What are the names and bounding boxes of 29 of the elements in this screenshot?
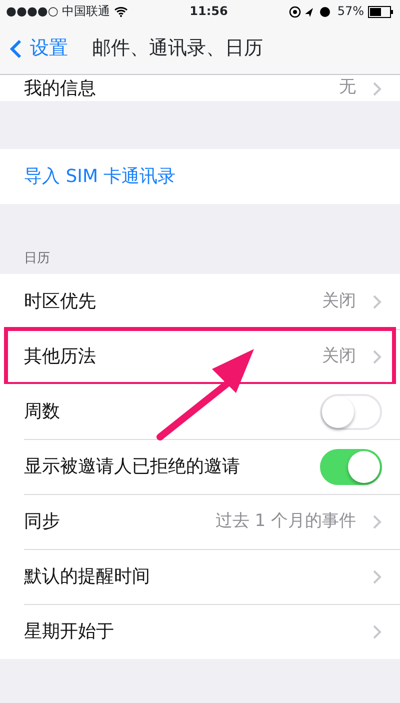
list-row[interactable]: 时区优先 关闭 bbox=[0, 274, 400, 329]
link-text[interactable]: 导入 SIM 卡通讯录 bbox=[24, 163, 176, 190]
section-header: 日历 bbox=[24, 250, 50, 268]
row-label: 显示被邀请人已拒绝的邀请 bbox=[24, 455, 240, 479]
back-button[interactable]: 设置 bbox=[10, 34, 68, 62]
list-row[interactable]: 周数 bbox=[0, 384, 400, 439]
battery-text: 57% bbox=[337, 3, 364, 20]
row-label: 同步 bbox=[24, 510, 60, 534]
row-value: 关闭 bbox=[322, 344, 356, 368]
row-label: 我的信息 bbox=[24, 76, 96, 100]
list-row[interactable]: 显示被邀请人已拒绝的邀请 bbox=[0, 439, 400, 494]
list-row[interactable]: 星期开始于 bbox=[0, 604, 400, 659]
row-label: 时区优先 bbox=[24, 290, 96, 314]
row-label: 其他历法 bbox=[24, 345, 96, 369]
time-text: 11:56 bbox=[190, 3, 228, 20]
toggle-switch[interactable] bbox=[320, 448, 382, 484]
carrier-text: ●●●●○ 中国联通 bbox=[6, 3, 110, 20]
row-value: 无 bbox=[339, 76, 356, 100]
row-label: 默认的提醒时间 bbox=[24, 565, 150, 589]
list-row[interactable]: 默认的提醒时间 bbox=[0, 549, 400, 604]
list-row[interactable]: 同步 过去 1 个月的事件 bbox=[0, 494, 400, 549]
nav-title: 邮件、通讯录、日历 bbox=[92, 36, 263, 61]
list-row[interactable]: 我的信息 无 bbox=[0, 75, 400, 101]
list-row[interactable]: 其他历法 关闭 bbox=[0, 329, 400, 384]
row-value: 过去 1 个月的事件 bbox=[215, 510, 356, 533]
row-label: 周数 bbox=[24, 400, 60, 424]
row-value: 关闭 bbox=[322, 290, 356, 313]
row-label: 星期开始于 bbox=[24, 620, 114, 644]
list-row[interactable]: 导入 SIM 卡通讯录 bbox=[0, 149, 400, 204]
